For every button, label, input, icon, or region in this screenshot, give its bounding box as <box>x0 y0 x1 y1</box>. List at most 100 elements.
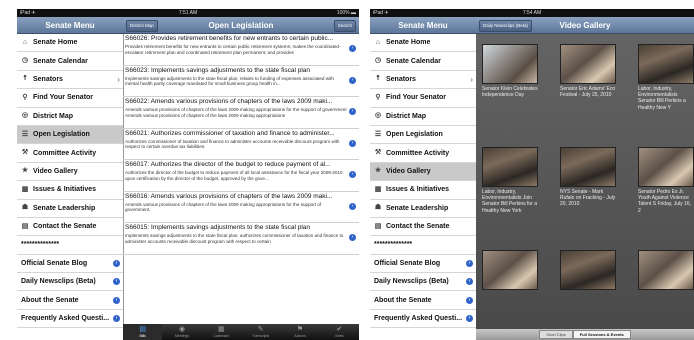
list-icon: ☰ <box>21 130 29 138</box>
disclosure-icon[interactable]: › <box>113 315 120 323</box>
legislation-row[interactable]: S66022: Amends various provisions of cha… <box>123 97 359 129</box>
clock-icon: ◷ <box>21 57 29 65</box>
disclosure-icon[interactable]: › <box>466 315 473 323</box>
menu-header: Senate Menu <box>17 17 123 34</box>
menu-item-senate-home[interactable]: ⌂ Senate Home <box>17 34 123 53</box>
daily-newsclips-button[interactable]: Daily Newsclips (Beta) <box>479 20 533 32</box>
tab-calendars[interactable]: ▦ Calendars <box>202 324 241 340</box>
segment-short-clips[interactable]: Short Clips <box>539 330 573 339</box>
disclosure-icon[interactable]: › <box>349 108 356 115</box>
menu-item-find-your-senator[interactable]: ⚲ Find Your Senator <box>370 89 476 108</box>
menu-item-frequently-asked-questi[interactable]: Frequently Asked Questi... › <box>17 310 123 329</box>
bill-description: Implements savings adjustments to the st… <box>125 233 344 244</box>
menu-item-separator: ************** <box>17 236 123 255</box>
video-tile[interactable]: Senator Eric Adams' Eco Festival - July … <box>560 44 616 98</box>
video-tile[interactable]: Senator Pedro Es Jr. Youth Against Viole… <box>638 147 694 214</box>
video-thumbnail[interactable] <box>482 147 538 187</box>
video-tile[interactable]: Labor, Industry, Environmentalists Senat… <box>638 44 694 111</box>
disclosure-icon[interactable]: › <box>349 76 356 84</box>
menu-item-daily-newsclips-beta[interactable]: Daily Newsclips (Beta) › <box>17 273 123 292</box>
menu-item-committee-activity[interactable]: ⚒ Committee Activity <box>370 144 476 163</box>
segment-full-sessions-events[interactable]: Full Sessions & Events <box>572 330 631 339</box>
menu-item-open-legislation[interactable]: ☰ Open Legislation <box>17 125 123 145</box>
disclosure-icon[interactable]: › <box>349 139 356 147</box>
legislation-row[interactable]: S66023: Implements savings adjustments t… <box>123 66 359 97</box>
menu-item-contact-the-senate[interactable]: ▤ Contact the Senate <box>370 218 476 237</box>
menu-item-find-your-senator[interactable]: ⚲ Find Your Senator <box>17 89 123 108</box>
senate-menu: ⌂ Senate Home ◷ Senate Calendar ☨ Senators › ⚲ F… <box>370 34 477 340</box>
video-gallery-header: Daily Newsclips (Beta) Video Gallery <box>476 17 694 34</box>
menu-item-daily-newsclips-beta[interactable]: Daily Newsclips (Beta) › <box>370 273 476 292</box>
bill-description: Authorizes the director of the budget to… <box>125 170 343 181</box>
clip-type-segmented-control: Short Clips Full Sessions & Events <box>476 329 694 340</box>
video-thumbnail[interactable] <box>638 147 694 187</box>
video-thumbnail[interactable] <box>560 44 616 84</box>
status-bar: iPad ✈ 7:51 AM 100% ▬ <box>17 9 359 17</box>
video-thumbnail[interactable] <box>638 44 694 84</box>
menu-item-open-legislation[interactable]: ☰ Open Legislation <box>370 126 476 145</box>
menu-item-label: Senate Leadership <box>386 204 449 212</box>
menu-item-official-senate-blog[interactable]: Official Senate Blog › <box>17 255 123 274</box>
menu-item-issues-initiatives[interactable]: ▦ Issues & Initiatives <box>17 181 123 200</box>
video-tile[interactable]: Senator Klein Celebrates Independence Da… <box>482 44 538 98</box>
menu-item-video-gallery[interactable]: ★ Video Gallery <box>370 162 476 182</box>
disclosure-icon[interactable]: › <box>466 259 473 267</box>
menu-item-committee-activity[interactable]: ⚒ Committee Activity <box>17 144 123 163</box>
video-caption: Labor, Industry, Environmentalists Join … <box>482 189 538 214</box>
video-thumbnail[interactable] <box>560 147 616 187</box>
video-tile[interactable] <box>638 250 694 290</box>
district-map-button[interactable]: District Map <box>126 20 158 32</box>
disclosure-icon[interactable]: › <box>113 259 120 267</box>
video-thumbnail[interactable] <box>560 250 616 290</box>
video-tile[interactable] <box>482 250 538 290</box>
tab-transcripts[interactable]: ✎ Transcripts <box>241 324 280 340</box>
legislation-row[interactable]: S66016: Amends various provisions of cha… <box>123 192 359 223</box>
menu-item-label: Issues & Initiatives <box>386 186 450 194</box>
disclosure-icon[interactable]: › <box>113 296 120 304</box>
search-button[interactable]: Search <box>333 20 356 32</box>
disclosure-icon[interactable]: › <box>466 296 473 304</box>
disclosure-icon[interactable]: › <box>349 202 356 210</box>
legislation-row[interactable]: S66017: Authorizes the director of the b… <box>123 160 359 192</box>
tab-actions[interactable]: ⚑ Actions <box>280 324 319 340</box>
menu-item-about-the-senate[interactable]: About the Senate › <box>17 291 123 310</box>
tab-meetings[interactable]: ◉ Meetings <box>162 324 201 340</box>
tab-bills[interactable]: ▤ Bills <box>123 324 163 340</box>
menu-item-senate-calendar[interactable]: ◷ Senate Calendar <box>17 52 123 71</box>
menu-item-senate-home[interactable]: ⌂ Senate Home <box>370 34 476 53</box>
video-tile[interactable]: Labor, Industry, Environmentalists Join … <box>482 147 538 214</box>
bill-description: Authorizes commissioner of taxation and … <box>125 138 340 150</box>
menu-item-senate-calendar[interactable]: ◷ Senate Calendar <box>370 52 476 71</box>
menu-item-senate-leadership[interactable]: ☗ Senate Leadership <box>370 200 476 218</box>
menu-item-frequently-asked-questi[interactable]: Frequently Asked Questi... › <box>370 310 476 329</box>
menu-item-about-the-senate[interactable]: About the Senate › <box>370 291 476 310</box>
menu-item-senators[interactable]: ☨ Senators › <box>17 71 123 90</box>
legislation-list: S66026: Provides retirement benefits for… <box>123 34 359 324</box>
menu-item-official-senate-blog[interactable]: Official Senate Blog › <box>370 255 476 274</box>
disclosure-icon[interactable]: › <box>349 171 356 178</box>
tab-votes[interactable]: ✔ Votes <box>320 324 359 340</box>
legislation-row[interactable]: S66026: Provides retirement benefits for… <box>123 34 359 66</box>
disclosure-icon[interactable]: › <box>113 278 120 286</box>
disclosure-icon[interactable]: › <box>349 234 356 241</box>
page-title: Video Gallery <box>559 20 611 30</box>
legislation-row[interactable]: S66015: Implements savings adjustments t… <box>123 223 359 255</box>
menu-item-issues-initiatives[interactable]: ▦ Issues & Initiatives <box>370 181 476 200</box>
video-thumbnail[interactable] <box>482 250 538 290</box>
bill-description: Implements savings adjustments to the st… <box>125 75 334 87</box>
video-tile[interactable]: NYS Senate - Mark Rufalo on Fracking - J… <box>560 147 616 208</box>
menu-item-senate-leadership[interactable]: ☗ Senate Leadership <box>17 200 123 218</box>
menu-item-senators[interactable]: ☨ Senators › <box>370 71 476 90</box>
disclosure-icon[interactable]: › <box>466 278 473 286</box>
menu-item-label: Committee Activity <box>33 149 97 157</box>
disclosure-icon[interactable]: › <box>349 45 356 52</box>
menu-item-contact-the-senate[interactable]: ▤ Contact the Senate <box>17 218 123 237</box>
legislation-row[interactable]: S66021: Authorizes commissioner of taxat… <box>123 129 359 160</box>
video-thumbnail[interactable] <box>638 250 694 290</box>
video-tile[interactable] <box>560 250 616 290</box>
menu-item-label: Open Legislation <box>386 131 443 139</box>
video-thumbnail[interactable] <box>482 44 538 84</box>
menu-item-video-gallery[interactable]: ★ Video Gallery <box>17 163 123 182</box>
menu-item-district-map[interactable]: ◎ District Map <box>370 108 476 126</box>
menu-item-district-map[interactable]: ◎ District Map <box>17 108 123 126</box>
